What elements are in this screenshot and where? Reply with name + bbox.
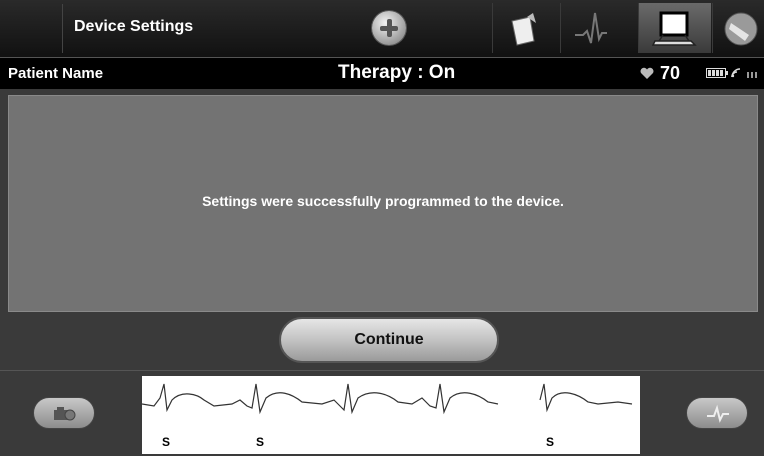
ecg-strip: S S S [142,376,640,454]
snapshot-button[interactable] [33,397,95,429]
ecg-trace [142,383,633,415]
tab-ecg[interactable] [560,3,621,53]
continue-button[interactable]: Continue [279,317,499,363]
laptop-icon [651,11,697,46]
heart-icon [640,67,654,79]
camera-icon [54,407,76,421]
wand-icon [724,12,758,46]
therapy-status: Therapy : On [338,62,456,83]
back-button[interactable] [6,4,63,53]
top-bar: Device Settings [0,0,764,58]
patient-name: Patient Name [8,65,104,82]
tab-device[interactable] [638,3,711,53]
page-title: Device Settings [74,18,194,35]
device-status-icons [706,68,758,78]
heart-rate: 70 [640,63,680,84]
tab-reports[interactable] [492,3,553,53]
tab-wand[interactable] [712,3,764,53]
success-message: Settings were successfully programmed to… [202,193,564,209]
ecg-view-button[interactable] [686,397,748,429]
ecg-icon [707,404,729,423]
wireless-icon [731,68,741,78]
signal-icon [747,72,757,78]
beat-marker: S [256,435,265,449]
battery-icon [706,68,728,78]
heart-rate-value: 70 [660,63,681,83]
status-bar: Patient Name Therapy : On 70 [0,58,764,89]
add-button[interactable] [372,11,406,45]
message-panel: Settings were successfully programmed to… [8,95,758,312]
clipboard-icon [511,13,536,46]
beat-marker: S [546,435,555,449]
beat-marker: S [162,435,171,449]
ecg-wave-icon [575,12,607,44]
